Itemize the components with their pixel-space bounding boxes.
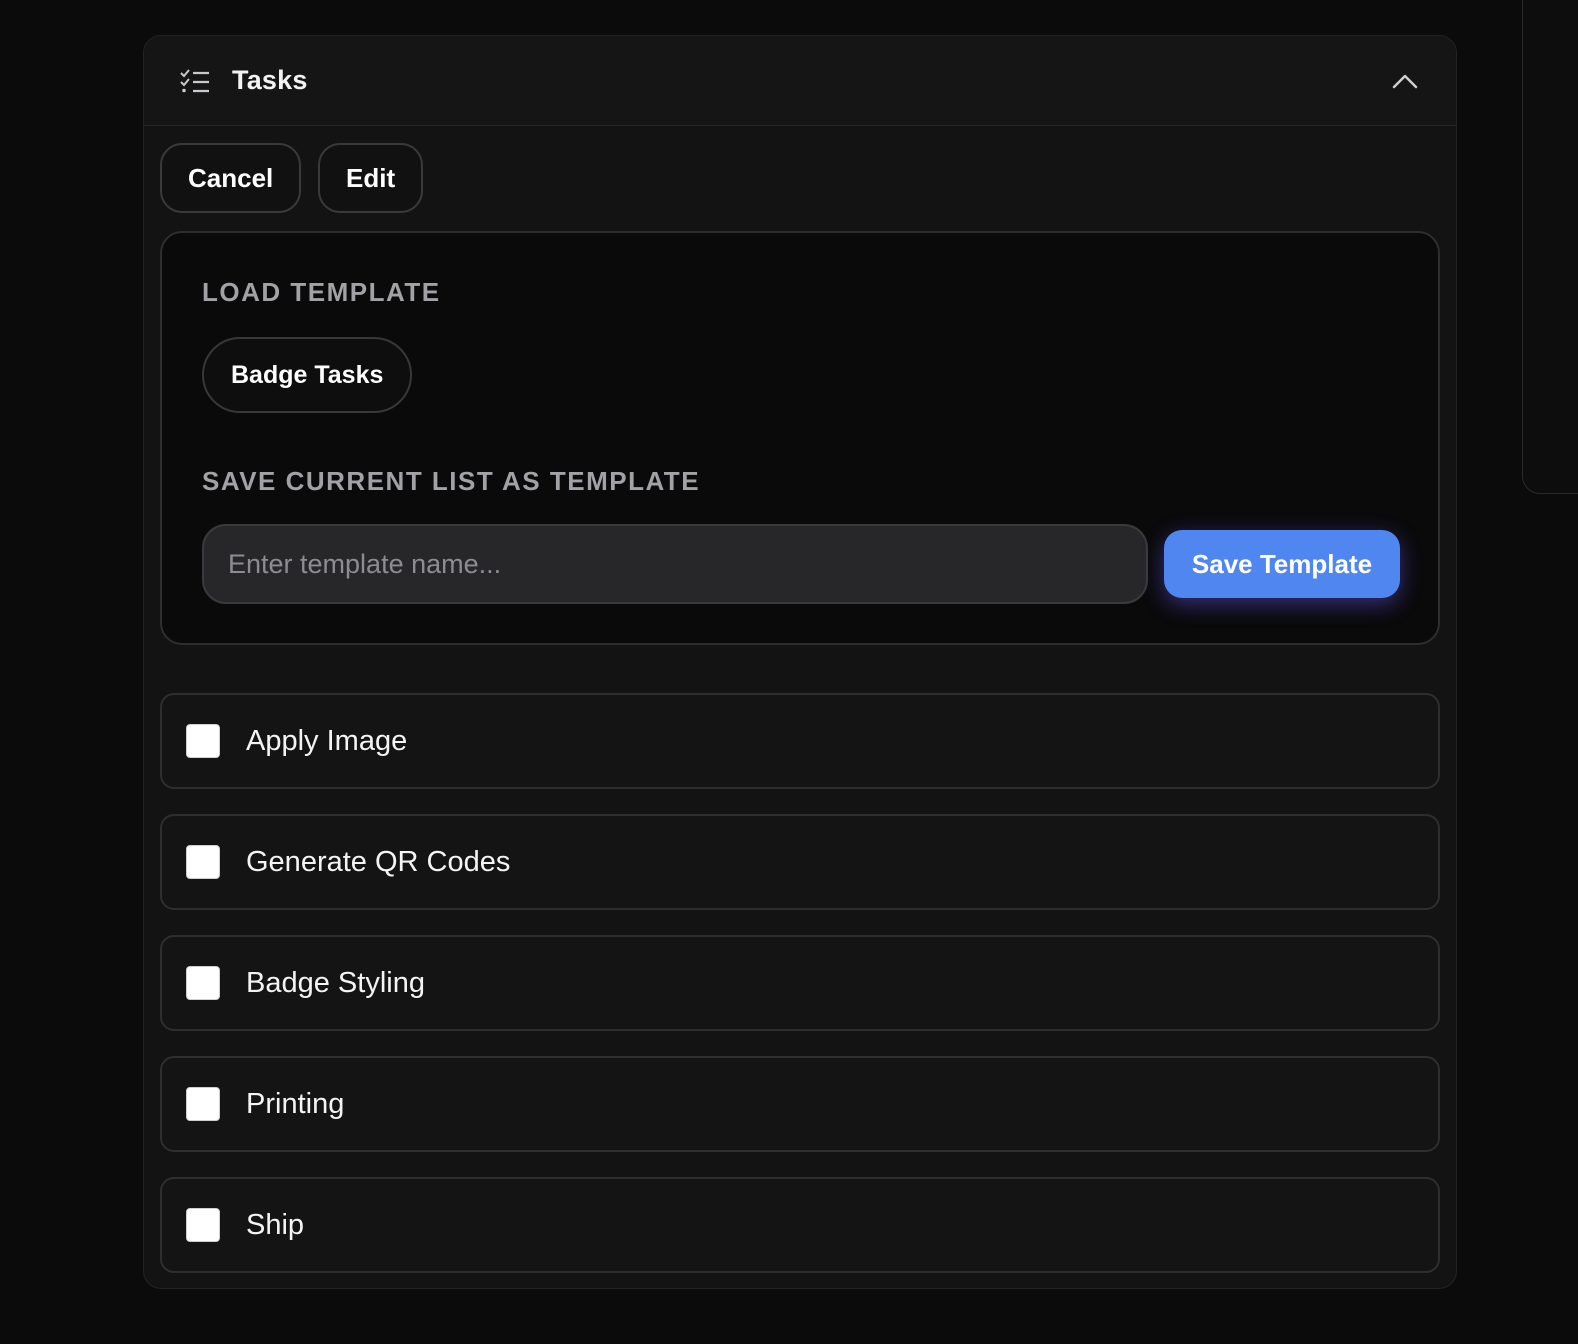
task-label: Printing — [246, 1087, 345, 1120]
cancel-button[interactable]: Cancel — [160, 143, 301, 213]
chevron-up-icon[interactable] — [1390, 66, 1420, 96]
load-template-heading: LOAD TEMPLATE — [202, 277, 441, 307]
task-checkbox[interactable] — [186, 724, 220, 758]
task-checkbox[interactable] — [186, 1087, 220, 1121]
task-checkbox[interactable] — [186, 845, 220, 879]
task-item-printing[interactable]: Printing — [160, 1056, 1440, 1152]
tasks-panel-header[interactable]: Tasks — [144, 36, 1456, 126]
save-template-heading: SAVE CURRENT LIST AS TEMPLATE — [202, 466, 701, 496]
task-toolbar: Cancel Edit — [160, 143, 423, 213]
template-name-input[interactable] — [202, 524, 1148, 604]
task-item-ship[interactable]: Ship — [160, 1177, 1440, 1273]
task-label: Ship — [246, 1208, 305, 1241]
task-checkbox[interactable] — [186, 1208, 220, 1242]
adjacent-panel — [1522, 0, 1578, 494]
task-item-apply-image[interactable]: Apply Image — [160, 693, 1440, 789]
panel-title: Tasks — [232, 65, 308, 95]
task-item-badge-styling[interactable]: Badge Styling — [160, 935, 1440, 1031]
task-label: Badge Styling — [246, 966, 425, 999]
task-item-generate-qr-codes[interactable]: Generate QR Codes — [160, 814, 1440, 910]
task-label: Apply Image — [246, 724, 408, 757]
task-list: Apply Image Generate QR Codes Badge Styl… — [160, 693, 1440, 1288]
edit-button[interactable]: Edit — [318, 143, 423, 213]
task-label: Generate QR Codes — [246, 845, 511, 878]
tasks-panel: Tasks Cancel Edit LOAD TEMPLATE Badge Ta… — [143, 35, 1457, 1289]
checklist-icon — [180, 68, 210, 94]
template-manager: LOAD TEMPLATE Badge Tasks SAVE CURRENT L… — [160, 231, 1440, 645]
save-template-button[interactable]: Save Template — [1164, 530, 1400, 598]
task-checkbox[interactable] — [186, 966, 220, 1000]
template-chip-badge-tasks[interactable]: Badge Tasks — [202, 337, 413, 413]
